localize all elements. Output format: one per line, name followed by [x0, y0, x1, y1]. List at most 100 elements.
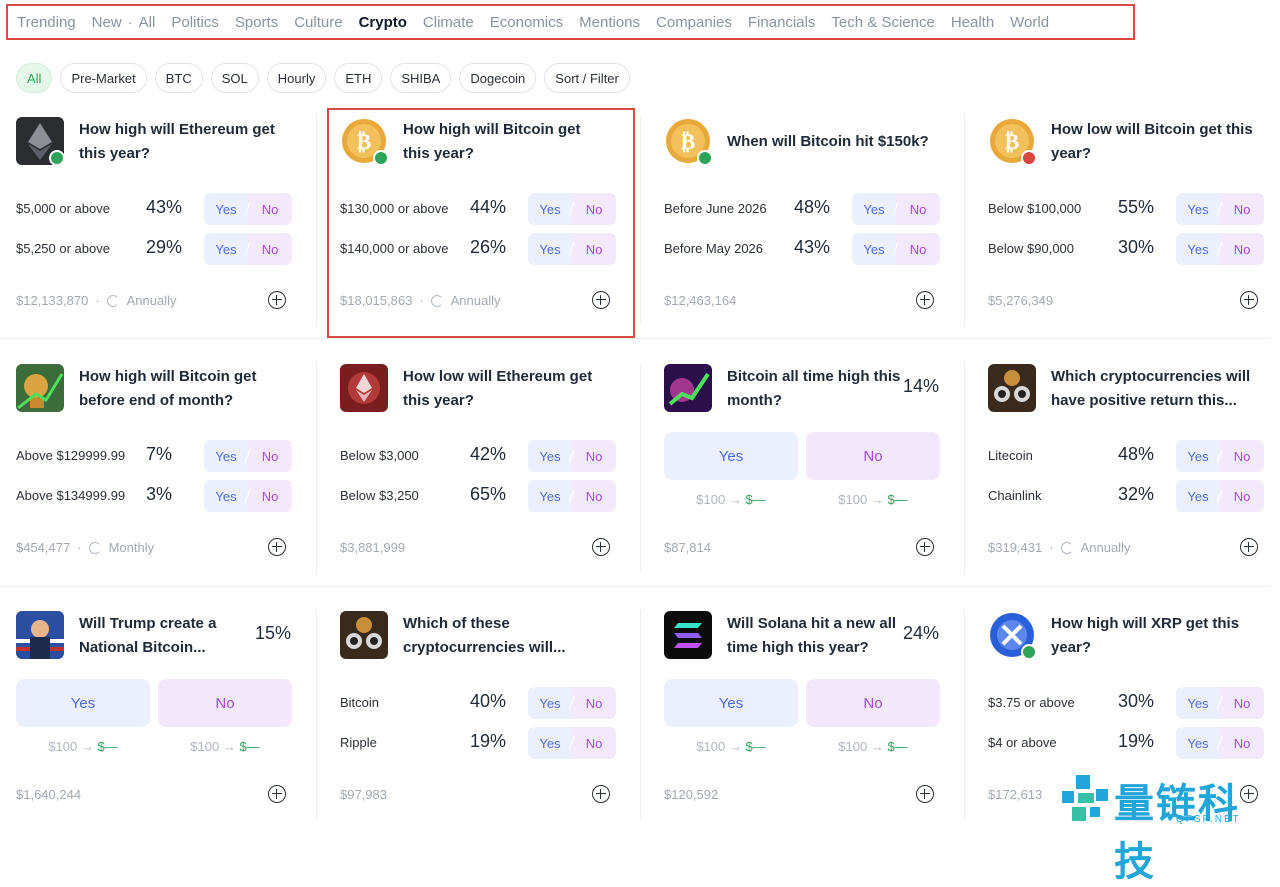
no-button[interactable]: No — [896, 242, 940, 257]
market-card[interactable]: Will Trump create a National Bitcoin... 1… — [0, 599, 308, 837]
nav-item-crypto[interactable]: Crypto — [359, 14, 407, 31]
market-title[interactable]: How low will Ethereum get this year? — [403, 365, 608, 413]
nav-item-companies[interactable]: Companies — [656, 14, 732, 31]
nav-item-economics[interactable]: Economics — [490, 14, 563, 31]
nav-item-trending[interactable]: Trending — [17, 14, 76, 31]
add-icon[interactable] — [268, 291, 286, 309]
add-icon[interactable] — [916, 785, 934, 803]
yes-button[interactable]: Yes — [664, 679, 798, 727]
yes-button[interactable]: Yes — [528, 736, 572, 751]
market-card[interactable]: How high will Bitcoin get before end of … — [0, 352, 308, 590]
yes-button[interactable]: Yes — [852, 202, 896, 217]
no-button[interactable]: No — [1220, 696, 1264, 711]
trend-badge-icon — [1021, 150, 1036, 165]
nav-item-financials[interactable]: Financials — [748, 14, 816, 31]
add-icon[interactable] — [916, 538, 934, 556]
market-title[interactable]: How high will Ethereum get this year? — [79, 118, 284, 166]
yes-button[interactable]: Yes — [204, 242, 248, 257]
no-button[interactable]: No — [572, 449, 616, 464]
no-button[interactable]: No — [158, 679, 292, 727]
market-card[interactable]: Which of these cryptocurrencies will... B… — [324, 599, 632, 837]
add-icon[interactable] — [592, 785, 610, 803]
yes-button[interactable]: Yes — [1176, 736, 1220, 751]
no-button[interactable]: No — [572, 696, 616, 711]
yes-button[interactable]: Yes — [16, 679, 150, 727]
no-button[interactable]: No — [896, 202, 940, 217]
add-icon[interactable] — [916, 291, 934, 309]
yes-no-buttons: Yes No — [204, 193, 292, 225]
market-card[interactable]: How low will Ethereum get this year? Belo… — [324, 352, 632, 590]
chip-btc[interactable]: BTC — [154, 63, 203, 93]
nav-item-world[interactable]: World — [1010, 14, 1049, 31]
yes-button[interactable]: Yes — [852, 242, 896, 257]
no-button[interactable]: No — [248, 489, 292, 504]
no-button[interactable]: No — [248, 242, 292, 257]
yes-button[interactable]: Yes — [664, 432, 798, 480]
market-card[interactable]: ₿ When will Bitcoin hit $150k? Before June… — [648, 105, 956, 343]
no-button[interactable]: No — [1220, 202, 1264, 217]
chip-sort-filter[interactable]: Sort / Filter — [544, 63, 630, 93]
nav-item-sports[interactable]: Sports — [235, 14, 278, 31]
nav-item-all[interactable]: All — [139, 14, 156, 31]
yes-button[interactable]: Yes — [204, 202, 248, 217]
yes-button[interactable]: Yes — [1176, 202, 1220, 217]
no-button[interactable]: No — [248, 449, 292, 464]
market-card[interactable]: Will Solana hit a new all time high this… — [648, 599, 956, 837]
chip-all[interactable]: All — [16, 63, 53, 93]
payout-text: $100 → $— — [664, 739, 798, 754]
market-title[interactable]: Bitcoin all time high this month? — [727, 365, 907, 413]
market-title[interactable]: Which cryptocurrencies will have positiv… — [1051, 365, 1256, 413]
add-icon[interactable] — [1240, 291, 1258, 309]
yes-button[interactable]: Yes — [1176, 242, 1220, 257]
market-title[interactable]: How low will Bitcoin get this year? — [1051, 118, 1256, 166]
market-title[interactable]: How high will XRP get this year? — [1051, 612, 1256, 660]
no-button[interactable]: No — [806, 432, 940, 480]
chip-dogecoin[interactable]: Dogecoin — [459, 63, 537, 93]
no-button[interactable]: No — [248, 202, 292, 217]
market-title[interactable]: Will Trump create a National Bitcoin... — [79, 612, 259, 660]
nav-item-new[interactable]: New — [92, 14, 122, 31]
chip-eth[interactable]: ETH — [334, 63, 383, 93]
yes-button[interactable]: Yes — [528, 449, 572, 464]
no-button[interactable]: No — [1220, 242, 1264, 257]
nav-item-climate[interactable]: Climate — [423, 14, 474, 31]
no-button[interactable]: No — [572, 489, 616, 504]
outcome-percent: 55% — [1118, 197, 1155, 217]
chip-sol[interactable]: SOL — [210, 63, 259, 93]
no-button[interactable]: No — [1220, 736, 1264, 751]
trend-badge-icon — [697, 150, 712, 165]
nav-item-tech-science[interactable]: Tech & Science — [831, 14, 934, 31]
add-icon[interactable] — [592, 538, 610, 556]
market-card[interactable]: ₿ How low will Bitcoin get this year? Belo… — [972, 105, 1280, 343]
nav-item-politics[interactable]: Politics — [171, 14, 219, 31]
market-title[interactable]: How high will Bitcoin get before end of … — [79, 365, 284, 413]
market-title[interactable]: Will Solana hit a new all time high this… — [727, 612, 907, 660]
yes-button[interactable]: Yes — [528, 696, 572, 711]
nav-item-health[interactable]: Health — [951, 14, 994, 31]
yes-button[interactable]: Yes — [204, 449, 248, 464]
chip-shiba[interactable]: SHIBA — [390, 63, 452, 93]
no-button[interactable]: No — [572, 736, 616, 751]
watermark-icon — [1062, 775, 1108, 821]
market-card[interactable]: Which cryptocurrencies will have positiv… — [972, 352, 1280, 590]
yes-button[interactable]: Yes — [1176, 489, 1220, 504]
yes-button[interactable]: Yes — [528, 489, 572, 504]
add-icon[interactable] — [268, 538, 286, 556]
market-title[interactable]: When will Bitcoin hit $150k? — [727, 130, 932, 154]
market-card[interactable]: Bitcoin all time high this month? 14% Yes N… — [648, 352, 956, 590]
no-button[interactable]: No — [1220, 489, 1264, 504]
nav-item-culture[interactable]: Culture — [294, 14, 342, 31]
market-title[interactable]: Which of these cryptocurrencies will... — [403, 612, 608, 660]
no-button[interactable]: No — [806, 679, 940, 727]
no-button[interactable]: No — [1220, 449, 1264, 464]
add-icon[interactable] — [268, 785, 286, 803]
market-card[interactable]: How high will Ethereum get this year? $5,… — [0, 105, 308, 343]
yes-button[interactable]: Yes — [204, 489, 248, 504]
chip-hourly[interactable]: Hourly — [266, 63, 327, 93]
chip-pre-market[interactable]: Pre-Market — [60, 63, 147, 93]
nav-item-mentions[interactable]: Mentions — [579, 14, 640, 31]
add-icon[interactable] — [1240, 538, 1258, 556]
outcome-label: Litecoin — [988, 448, 1033, 463]
yes-button[interactable]: Yes — [1176, 449, 1220, 464]
yes-button[interactable]: Yes — [1176, 696, 1220, 711]
